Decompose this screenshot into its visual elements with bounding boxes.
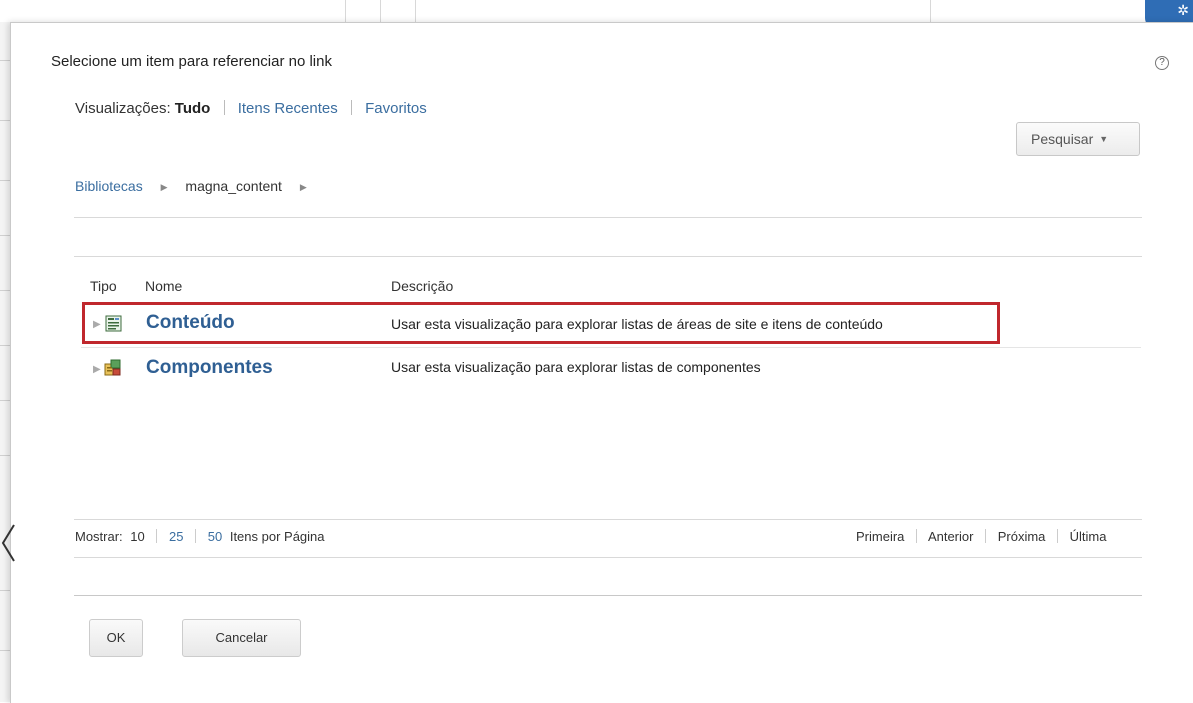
background-divider	[0, 290, 10, 291]
background-divider	[0, 345, 10, 346]
previous-page-link[interactable]: Anterior	[928, 529, 974, 544]
view-separator	[223, 100, 225, 115]
row-components-description: Usar esta visualização para explorar lis…	[391, 359, 761, 375]
pager-navigation: Primeira Anterior Próxima Última	[856, 529, 1107, 544]
background-divider	[930, 0, 931, 22]
pager-separator	[156, 529, 158, 543]
view-favorites-link[interactable]: Favoritos	[365, 100, 427, 117]
background-divider	[415, 0, 416, 22]
breadcrumb-library-current[interactable]: magna_content	[185, 178, 282, 194]
row-components-link[interactable]: Componentes	[146, 357, 273, 379]
ok-button[interactable]: OK	[89, 619, 143, 657]
highlight-box	[82, 302, 1000, 344]
divider	[74, 557, 1142, 558]
view-separator	[350, 100, 352, 115]
column-header-name: Nome	[145, 278, 183, 294]
collapse-panel-icon[interactable]	[0, 523, 16, 563]
pager-separator	[916, 529, 918, 543]
pager-separator	[195, 529, 197, 543]
background-divider	[380, 0, 381, 22]
pager-separator	[985, 529, 987, 543]
divider	[74, 217, 1142, 218]
expand-arrow-icon[interactable]: ▶	[93, 364, 101, 375]
cancel-button[interactable]: Cancelar	[182, 619, 301, 657]
background-divider	[0, 650, 10, 651]
views-label: Visualizações:	[75, 100, 171, 117]
row-divider	[81, 347, 1141, 348]
last-page-link[interactable]: Última	[1070, 529, 1107, 544]
show-label: Mostrar:	[75, 529, 123, 544]
background-divider	[0, 120, 10, 121]
background-divider	[0, 180, 10, 181]
components-icon	[104, 359, 121, 376]
background-divider	[345, 0, 346, 22]
background-page-edge	[0, 22, 10, 702]
breadcrumb-arrow-icon[interactable]: ▶	[300, 182, 307, 192]
per-page-label: Itens por Página	[229, 529, 325, 544]
breadcrumb-libraries-link[interactable]: Bibliotecas	[75, 178, 143, 194]
divider	[74, 519, 1142, 520]
column-header-type: Tipo	[90, 278, 117, 294]
divider	[74, 595, 1142, 596]
column-header-description: Descrição	[391, 278, 454, 294]
page-size-selector: Mostrar: 10 25 50 Itens por Página	[75, 529, 325, 544]
link-picker-dialog: Selecione um item para referenciar no li…	[10, 22, 1193, 703]
page-size-10-current: 10	[130, 529, 145, 544]
view-switcher: Visualizações: Tudo Itens Recentes Favor…	[75, 100, 427, 117]
search-button-label: Pesquisar	[1031, 131, 1094, 147]
view-all-current: Tudo	[174, 100, 211, 117]
chevron-down-icon: ▼	[1099, 134, 1109, 144]
breadcrumb-arrow-icon: ▶	[160, 182, 168, 192]
breadcrumb: Bibliotecas ▶ magna_content ▶	[75, 178, 321, 194]
background-divider	[0, 400, 10, 401]
search-dropdown-button[interactable]: Pesquisar ▼	[1016, 122, 1140, 156]
background-divider	[0, 455, 10, 456]
divider	[74, 256, 1142, 257]
first-page-link[interactable]: Primeira	[856, 529, 904, 544]
pager-separator	[1057, 529, 1059, 543]
page-size-25-link[interactable]: 25	[169, 529, 183, 544]
next-page-link[interactable]: Próxima	[998, 529, 1046, 544]
page-size-50-link[interactable]: 50	[208, 529, 222, 544]
background-divider	[0, 590, 10, 591]
view-recent-items-link[interactable]: Itens Recentes	[238, 100, 338, 117]
background-page-header	[0, 0, 1193, 22]
background-divider	[0, 60, 10, 61]
background-divider	[0, 235, 10, 236]
dialog-title: Selecione um item para referenciar no li…	[51, 53, 332, 70]
help-icon[interactable]: ?	[1155, 56, 1169, 70]
